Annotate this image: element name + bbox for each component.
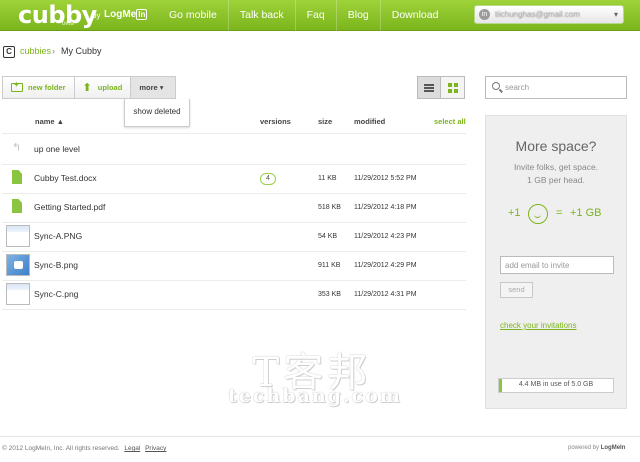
up-one-level-row[interactable]: ↰ up one level xyxy=(2,136,466,164)
file-modified: 11/29/2012 4:23 PM xyxy=(354,233,417,240)
breadcrumb-separator: › xyxy=(52,46,55,56)
file-size: 911 KB xyxy=(318,262,341,269)
grid-view-button[interactable] xyxy=(441,76,465,99)
new-folder-button[interactable]: new folder xyxy=(2,76,75,99)
equals-label: = xyxy=(556,207,563,219)
smiley-icon xyxy=(528,204,548,224)
up-arrow-icon: ↰ xyxy=(12,142,22,154)
select-all-link[interactable]: select all xyxy=(434,117,466,126)
document-icon xyxy=(12,170,22,184)
footer: © 2012 LogMeIn, Inc. All rights reserved… xyxy=(2,445,166,452)
more-button[interactable]: more ▾ xyxy=(131,76,177,99)
divider xyxy=(2,309,466,310)
file-modified: 11/29/2012 5:52 PM xyxy=(354,175,417,182)
show-deleted-menu-item[interactable]: show deleted xyxy=(124,99,190,127)
invite-placeholder: add email to invite xyxy=(505,261,570,270)
upload-button[interactable]: ⬆ upload xyxy=(74,76,132,99)
search-placeholder: search xyxy=(505,83,530,92)
list-icon xyxy=(424,83,434,92)
plus-one-label: +1 xyxy=(508,207,521,219)
top-bar: cubby beta by LogMe In Go mobile Talk bac… xyxy=(0,0,640,31)
more-space-panel: More space? Invite folks, get space. 1 G… xyxy=(485,115,627,409)
account-menu[interactable]: in tiichunghas@gmail.com ▾ xyxy=(474,5,624,24)
version-badge[interactable]: 4 xyxy=(260,173,276,185)
copyright-text: © 2012 LogMeIn, Inc. All rights reserved… xyxy=(2,445,120,452)
chevron-down-icon: ▾ xyxy=(613,10,618,19)
file-modified: 11/29/2012 4:18 PM xyxy=(354,204,417,211)
file-size: 11 KB xyxy=(318,175,337,182)
file-name[interactable]: Sync-B.png xyxy=(34,260,78,270)
nav-faq[interactable]: Faq xyxy=(294,0,336,31)
document-icon xyxy=(12,199,22,213)
nav-blog[interactable]: Blog xyxy=(335,0,380,31)
breadcrumb-cubbies[interactable]: cubbies xyxy=(20,46,51,56)
cubby-logo[interactable]: cubby xyxy=(18,1,97,29)
file-name[interactable]: Sync-A.PNG xyxy=(34,231,82,241)
list-view-button[interactable] xyxy=(417,76,441,99)
upload-icon: ⬆ xyxy=(82,82,92,94)
plus-one-gb-label: +1 GB xyxy=(570,207,602,219)
referral-bonus: +1 = +1 GB xyxy=(508,204,608,224)
footer-divider xyxy=(0,436,640,437)
beta-label: beta xyxy=(62,21,74,27)
table-row[interactable]: Sync-A.PNG 54 KB 11/29/2012 4:23 PM xyxy=(2,223,466,251)
file-toolbar: new folder ⬆ upload more ▾ xyxy=(2,76,177,99)
storage-usage-bar: 4.4 MB in use of 5.0 GB xyxy=(498,378,614,393)
table-row[interactable]: Getting Started.pdf 518 KB 11/29/2012 4:… xyxy=(2,194,466,222)
logmein-logo: LogMe In xyxy=(104,9,148,20)
up-one-level-label: up one level xyxy=(34,144,80,154)
table-row[interactable]: Sync-B.png 911 KB 11/29/2012 4:29 PM xyxy=(2,252,466,280)
column-header-modified[interactable]: modified xyxy=(354,117,385,126)
file-modified: 11/29/2012 4:29 PM xyxy=(354,262,417,269)
techbang-watermark: T客邦 techbang.com xyxy=(228,350,402,407)
column-header-size[interactable]: size xyxy=(318,117,332,126)
file-name[interactable]: Getting Started.pdf xyxy=(34,202,105,212)
invite-email-input[interactable]: add email to invite xyxy=(500,256,614,274)
legal-link[interactable]: Legal xyxy=(124,445,140,452)
account-email: tiichunghas@gmail.com xyxy=(495,10,581,19)
view-toggle xyxy=(417,76,465,99)
more-space-title: More space? xyxy=(515,138,597,154)
column-header-versions[interactable]: versions xyxy=(260,117,291,126)
more-space-subtitle: Invite folks, get space. 1 GB per head. xyxy=(513,162,599,185)
image-thumbnail xyxy=(6,283,30,305)
search-field[interactable]: search xyxy=(485,76,627,99)
new-folder-icon xyxy=(11,80,23,92)
send-button[interactable]: send xyxy=(500,282,533,298)
search-icon xyxy=(492,82,500,90)
file-size: 353 KB xyxy=(318,291,341,298)
nav-download[interactable]: Download xyxy=(379,0,450,31)
by-label: by xyxy=(92,11,101,20)
divider xyxy=(2,133,466,134)
grid-icon xyxy=(447,82,458,93)
breadcrumb-current: My Cubby xyxy=(61,46,102,56)
privacy-link[interactable]: Privacy xyxy=(145,445,166,452)
table-row[interactable]: Cubby Test.docx 4 11 KB 11/29/2012 5:52 … xyxy=(2,165,466,193)
file-size: 518 KB xyxy=(318,204,341,211)
nav-go-mobile[interactable]: Go mobile xyxy=(158,0,228,31)
file-name[interactable]: Cubby Test.docx xyxy=(34,173,97,183)
file-name[interactable]: Sync-C.png xyxy=(34,289,78,299)
account-icon: in xyxy=(479,9,490,20)
column-header-name[interactable]: name ▲ xyxy=(35,117,64,126)
upload-label: upload xyxy=(97,83,123,92)
image-thumbnail xyxy=(6,254,30,276)
new-folder-label: new folder xyxy=(28,83,66,92)
main-nav: Go mobile Talk back Faq Blog Download xyxy=(158,0,449,31)
file-modified: 11/29/2012 4:31 PM xyxy=(354,291,417,298)
nav-talk-back[interactable]: Talk back xyxy=(227,0,295,31)
file-size: 54 KB xyxy=(318,233,338,240)
storage-usage-text: 4.4 MB in use of 5.0 GB xyxy=(518,381,594,388)
image-thumbnail xyxy=(6,225,30,247)
powered-by: powered by LogMeIn xyxy=(568,445,626,451)
cubby-icon: C xyxy=(3,46,15,58)
table-row[interactable]: Sync-C.png 353 KB 11/29/2012 4:31 PM xyxy=(2,281,466,309)
check-invitations-link[interactable]: check your invitations xyxy=(500,321,576,330)
